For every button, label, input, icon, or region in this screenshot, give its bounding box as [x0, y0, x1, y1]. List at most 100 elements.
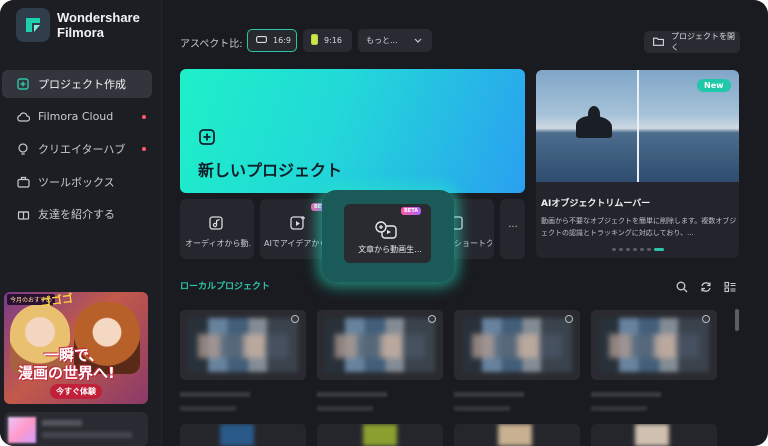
text-to-video-icon: [374, 220, 398, 244]
project-menu-icon[interactable]: [428, 315, 436, 323]
project-name-redacted: [454, 392, 524, 397]
more-icon: ...: [508, 219, 518, 230]
project-date-redacted: [317, 406, 373, 411]
tool-text-to-video[interactable]: BETA 文章から動画生...: [344, 204, 431, 263]
project-name-redacted: [317, 392, 387, 397]
thumbnail-image-redacted: [635, 424, 669, 446]
brand-name: Wondershare Filmora: [57, 10, 140, 40]
tool-label: オーディオから動...: [185, 239, 251, 248]
more-tools-button[interactable]: ...: [500, 199, 525, 259]
search-icon[interactable]: [676, 278, 688, 297]
project-date-redacted: [454, 406, 510, 411]
thumbnail-image-redacted: [498, 424, 532, 446]
avatar: [8, 417, 36, 443]
feature-description: 動画から不要なオブジェクトを簡単に削除します。複数オブジェクトの認識とトラッキン…: [541, 217, 737, 237]
promo-cta-button[interactable]: 今すぐ体験: [50, 384, 102, 399]
ratio-9-16-button[interactable]: 9:16: [303, 29, 352, 52]
tool-label: AIでアイデアから...: [264, 239, 324, 248]
before-after-divider: [637, 70, 639, 182]
promo-headline-2: 漫画の世界へ!: [18, 364, 115, 382]
project-thumbnail[interactable]: [180, 310, 306, 380]
account-name-redacted: [42, 420, 82, 426]
carousel-dot[interactable]: [612, 248, 616, 251]
sidebar-nav: プロジェクト作成 Filmora Cloud クリエイターハブ ツールボックス …: [0, 70, 162, 233]
thumbnail-image-redacted: [472, 334, 562, 358]
audio-to-video-icon: [209, 215, 225, 235]
notification-dot: [142, 114, 146, 119]
idea-to-video-icon: [290, 215, 306, 235]
open-project-button[interactable]: プロジェクトを開く: [644, 31, 740, 53]
project-menu-icon[interactable]: [565, 315, 573, 323]
promo-banner[interactable]: 今月のおすすめ ゴゴゴ 一瞬で、 漫画の世界へ! 今すぐ体験: [4, 292, 148, 404]
sidebar-item-toolbox[interactable]: ツールボックス: [2, 168, 152, 196]
carousel-dot[interactable]: [640, 248, 644, 251]
sidebar-item-creator-hub[interactable]: クリエイターハブ: [2, 135, 152, 163]
carousel-dot-active[interactable]: [654, 248, 664, 251]
gift-icon: [16, 207, 30, 221]
notification-dot: [142, 147, 146, 151]
carousel-pagination: [612, 248, 664, 251]
filmora-logo-icon: [16, 8, 50, 42]
landscape-icon: [256, 36, 267, 45]
cloud-icon: [16, 110, 30, 124]
account-email-redacted: [42, 432, 132, 438]
more-ratios-dropdown[interactable]: もっと...: [358, 29, 432, 52]
sidebar-item-label: Filmora Cloud: [38, 110, 114, 123]
thumbnail-image-redacted: [363, 424, 397, 446]
ratio-label: 9:16: [324, 36, 342, 45]
sidebar-item-create-project[interactable]: プロジェクト作成: [2, 70, 152, 98]
ratio-16-9-button[interactable]: 16:9: [247, 29, 297, 52]
brand-line-2: Filmora: [57, 25, 104, 40]
feature-card-ai-object-remover[interactable]: New AIオブジェクトリムーバー 動画から不要なオブジェクトを簡単に削除します…: [536, 70, 739, 258]
project-thumbnail[interactable]: [317, 424, 443, 446]
new-badge: New: [697, 79, 731, 92]
carousel-dot[interactable]: [619, 248, 623, 251]
account-card[interactable]: [4, 412, 148, 446]
tool-label: 文章から動画生...: [358, 245, 422, 254]
thumbnail-image-redacted: [220, 424, 254, 446]
project-thumbnail[interactable]: [317, 310, 443, 380]
new-project-button[interactable]: 新しいプロジェクト: [180, 69, 525, 193]
thumbnail-image-redacted: [609, 334, 699, 358]
sidebar-item-label: プロジェクト作成: [38, 78, 126, 91]
toolbox-icon: [16, 175, 30, 189]
sidebar-item-filmora-cloud[interactable]: Filmora Cloud: [2, 103, 152, 131]
scrollbar-thumb[interactable]: [735, 309, 739, 331]
project-menu-icon[interactable]: [291, 315, 299, 323]
list-view-icon[interactable]: [724, 278, 736, 297]
ratio-label: 16:9: [273, 36, 291, 45]
plus-square-icon: [16, 77, 30, 91]
portrait-icon: [311, 34, 318, 47]
lightbulb-icon: [16, 142, 30, 156]
sidebar-item-label: クリエイターハブ: [38, 143, 126, 156]
project-thumbnail[interactable]: [591, 424, 717, 446]
carousel-dot[interactable]: [626, 248, 630, 251]
brand-line-1: Wondershare: [57, 10, 140, 25]
sidebar-item-label: 友達を紹介する: [38, 208, 115, 221]
project-thumbnail[interactable]: [454, 424, 580, 446]
carousel-dot[interactable]: [647, 248, 651, 251]
beta-badge: BETA: [401, 207, 422, 215]
project-thumbnail[interactable]: [591, 310, 717, 380]
more-ratios-label: もっと...: [366, 36, 398, 45]
project-name-redacted: [180, 392, 250, 397]
app-window: Wondershare Filmora プロジェクト作成 Filmora Clo…: [0, 0, 768, 446]
sidebar: Wondershare Filmora プロジェクト作成 Filmora Clo…: [0, 0, 162, 446]
project-thumbnail[interactable]: [180, 424, 306, 446]
project-date-redacted: [180, 406, 236, 411]
project-thumbnail[interactable]: [454, 310, 580, 380]
refresh-icon[interactable]: [700, 278, 712, 297]
open-project-label: プロジェクトを開く: [671, 32, 735, 52]
promo-sfx-text: ゴゴゴ: [39, 292, 74, 310]
thumbnail-image-redacted: [198, 334, 288, 358]
local-projects-title: ローカルプロジェクト: [180, 282, 271, 292]
sidebar-item-label: ツールボックス: [38, 175, 115, 189]
project-menu-icon[interactable]: [702, 315, 710, 323]
project-name-redacted: [591, 392, 661, 397]
sea-rock: [588, 106, 600, 122]
carousel-dot[interactable]: [633, 248, 637, 251]
sidebar-item-refer-friends[interactable]: 友達を紹介する: [2, 200, 152, 228]
feature-title: AIオブジェクトリムーバー: [541, 199, 651, 209]
chevron-down-icon: [414, 36, 422, 45]
tool-audio-to-video[interactable]: オーディオから動...: [180, 199, 254, 259]
